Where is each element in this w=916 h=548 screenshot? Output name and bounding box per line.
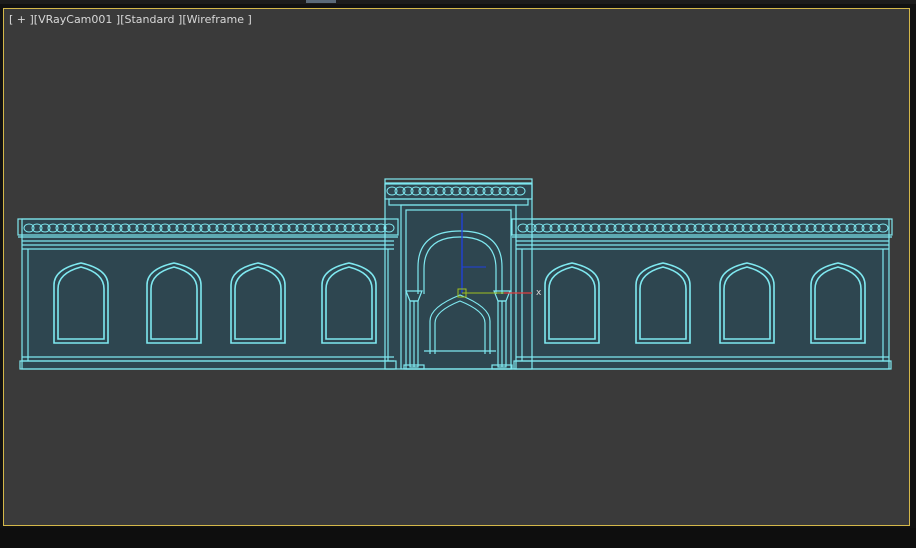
viewport-plus-menu[interactable]: [ + ]	[9, 13, 34, 26]
wireframe-scene[interactable]: x	[4, 9, 909, 525]
toolbar-active-tab-indicator[interactable]	[306, 0, 336, 3]
camera-viewport[interactable]: x [ + ][VRayCam001 ][Standard ][Wirefram…	[3, 8, 910, 526]
gizmo-x-axis-label: x	[536, 288, 542, 298]
top-toolbar-edge	[0, 0, 916, 4]
status-bar-edge	[0, 528, 916, 548]
viewport-label-bar: [ + ][VRayCam001 ][Standard ][Wireframe …	[9, 13, 252, 26]
central-gate-tower	[384, 183, 533, 370]
viewport-camera-menu[interactable]: [VRayCam001 ]	[34, 13, 120, 26]
viewport-display-mode-menu[interactable]: [Wireframe ]	[182, 13, 251, 26]
viewport-shading-menu[interactable]: [Standard ]	[120, 13, 182, 26]
